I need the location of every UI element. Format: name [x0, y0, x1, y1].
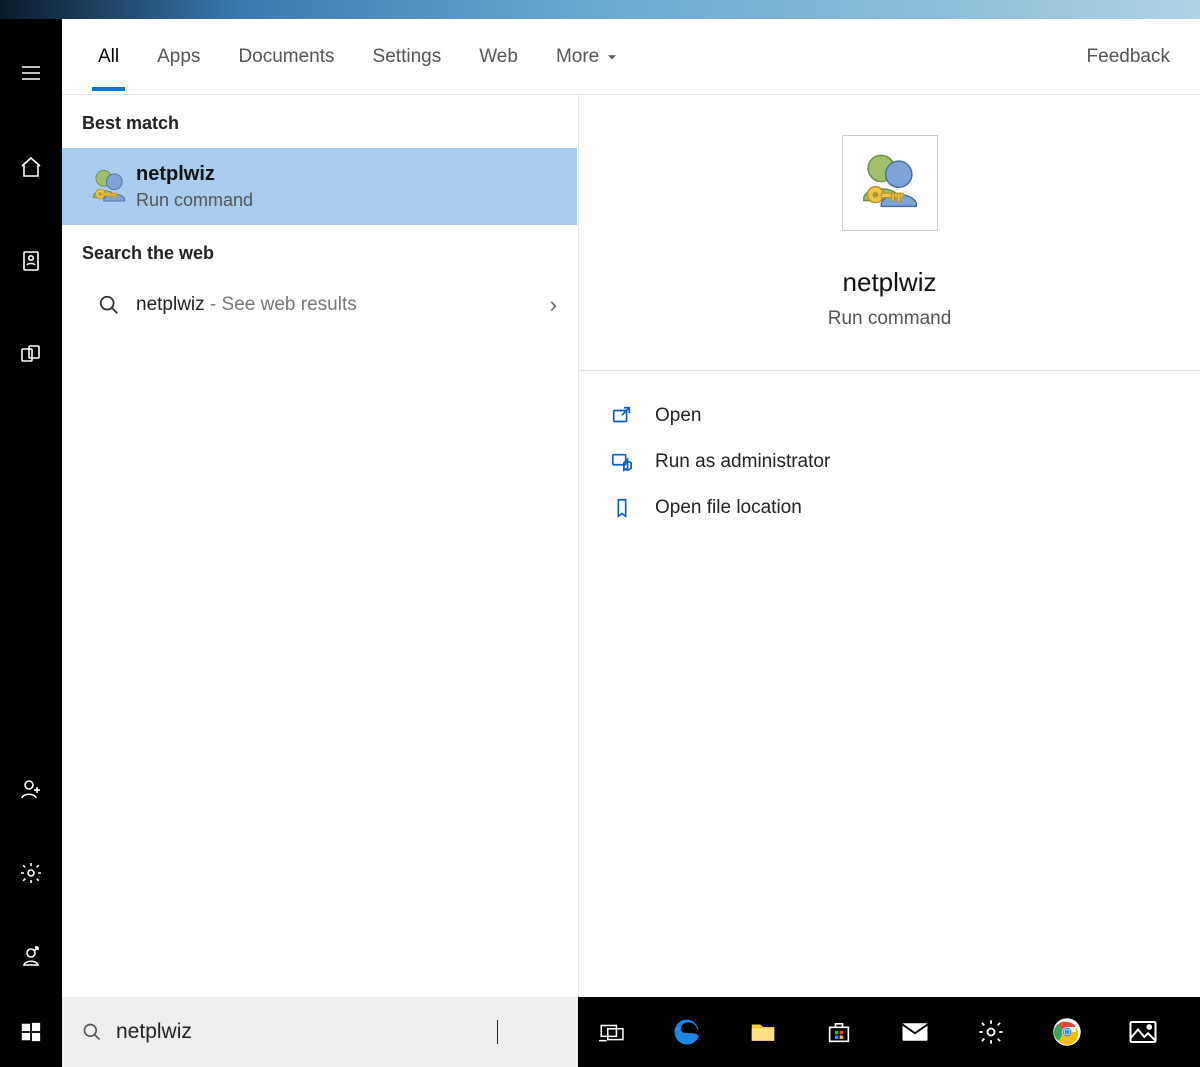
action-open[interactable]: Open [611, 393, 1200, 439]
tab-more-label: More [556, 46, 599, 68]
chevron-right-icon: › [550, 292, 557, 318]
main-area: All Apps Documents Settings Web More Fee… [0, 19, 1200, 997]
hamburger-icon[interactable] [7, 49, 55, 97]
preview-title: netplwiz [843, 267, 937, 298]
preview-actions: Open Run as administrator Open file loca… [579, 371, 1200, 531]
preview-pane: netplwiz Run command Open Run as adminis… [578, 95, 1200, 997]
search-web-label: Search the web [62, 225, 577, 278]
home-icon[interactable] [7, 143, 55, 191]
search-icon [82, 294, 136, 316]
settings-icon[interactable] [976, 1017, 1006, 1047]
left-rail-bottom [7, 765, 55, 981]
best-match-title: netplwiz [136, 163, 253, 186]
collections-icon[interactable] [7, 331, 55, 379]
web-result-hint: - See web results [205, 294, 357, 315]
results-column: Best match [62, 95, 578, 997]
taskbar [578, 997, 1200, 1067]
web-result-item[interactable]: netplwiz - See web results › [62, 278, 577, 332]
windows-search-panel: All Apps Documents Settings Web More Fee… [0, 0, 1200, 1067]
preview-app-icon [842, 135, 938, 231]
web-result-text: netplwiz - See web results [136, 294, 357, 316]
start-button[interactable] [0, 997, 62, 1067]
search-icon [82, 1022, 102, 1042]
text-caret [497, 1020, 498, 1044]
tab-all[interactable]: All [98, 24, 119, 90]
search-filter-tabs: All Apps Documents Settings Web More Fee… [62, 19, 1200, 95]
search-input[interactable] [116, 1020, 496, 1044]
action-open-label: Open [655, 405, 701, 427]
tab-settings[interactable]: Settings [373, 24, 442, 90]
taskbar-row [0, 997, 1200, 1067]
web-result-query: netplwiz [136, 294, 205, 315]
search-content: All Apps Documents Settings Web More Fee… [62, 19, 1200, 997]
user-accounts-icon [82, 166, 136, 208]
tab-web[interactable]: Web [479, 24, 518, 90]
windows-logo-icon [20, 1021, 42, 1043]
search-left-rail [0, 19, 62, 997]
photos-icon[interactable] [1128, 1017, 1158, 1047]
profile-icon[interactable] [7, 933, 55, 981]
search-panels: Best match [62, 95, 1200, 997]
tab-apps[interactable]: Apps [157, 24, 200, 90]
chevron-down-icon [605, 50, 619, 64]
action-run-as-admin[interactable]: Run as administrator [611, 439, 1200, 485]
settings-gear-icon[interactable] [7, 849, 55, 897]
mail-icon[interactable] [900, 1017, 930, 1047]
chrome-icon[interactable] [1052, 1017, 1082, 1047]
left-rail-top [7, 49, 55, 379]
action-run-admin-label: Run as administrator [655, 451, 830, 473]
file-explorer-icon[interactable] [748, 1017, 778, 1047]
best-match-label: Best match [62, 95, 577, 148]
tab-documents[interactable]: Documents [238, 24, 334, 90]
action-open-file-location[interactable]: Open file location [611, 485, 1200, 531]
tab-more[interactable]: More [556, 24, 619, 90]
edge-browser-icon[interactable] [672, 1017, 702, 1047]
add-user-icon[interactable] [7, 765, 55, 813]
notebook-icon[interactable] [7, 237, 55, 285]
feedback-link[interactable]: Feedback [1087, 46, 1170, 68]
action-open-location-label: Open file location [655, 497, 802, 519]
desktop-top-edge [0, 0, 1200, 19]
best-match-result[interactable]: netplwiz Run command [62, 148, 577, 225]
taskbar-search-box[interactable] [62, 997, 578, 1067]
best-match-text: netplwiz Run command [136, 163, 253, 211]
preview-subtitle: Run command [828, 308, 952, 330]
best-match-subtitle: Run command [136, 190, 253, 211]
task-view-icon[interactable] [596, 1017, 626, 1047]
microsoft-store-icon[interactable] [824, 1017, 854, 1047]
